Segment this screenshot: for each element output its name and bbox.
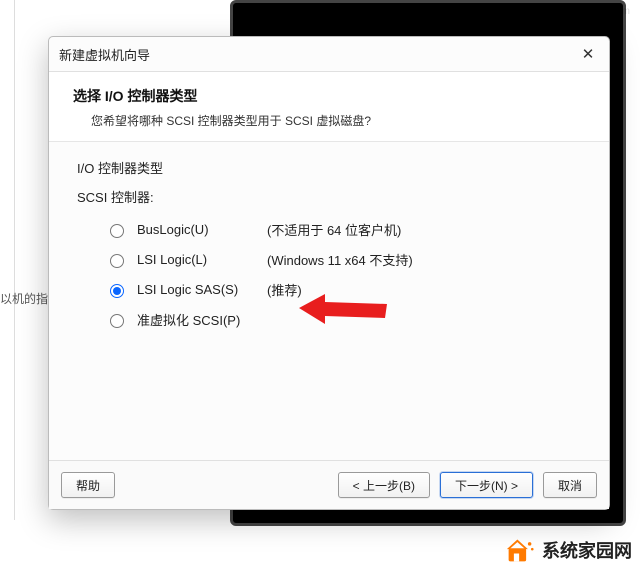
radio-hint-lsilogic: (Windows 11 x64 不支持) bbox=[267, 250, 413, 269]
back-button[interactable]: < 上一步(B) bbox=[338, 472, 430, 498]
dialog-body: I/O 控制器类型 SCSI 控制器: BusLogic(U) (不适用于 64… bbox=[49, 142, 609, 334]
radio-label-buslogic: BusLogic(U) bbox=[137, 222, 257, 237]
radio-hint-buslogic: (不适用于 64 位客户机) bbox=[267, 220, 401, 239]
next-button[interactable]: 下一步(N) > bbox=[440, 472, 533, 498]
wizard-dialog: 新建虚拟机向导 ✕ 选择 I/O 控制器类型 您希望将哪种 SCSI 控制器类型… bbox=[48, 36, 610, 510]
radio-row-buslogic[interactable]: BusLogic(U) (不适用于 64 位客户机) bbox=[105, 214, 581, 244]
radio-pvscsi[interactable] bbox=[110, 314, 124, 328]
close-icon[interactable]: ✕ bbox=[577, 43, 599, 65]
scsi-controller-label: SCSI 控制器: bbox=[77, 187, 581, 206]
io-controller-section-title: I/O 控制器类型 bbox=[77, 158, 581, 177]
radio-label-lsilogic: LSI Logic(L) bbox=[137, 252, 257, 267]
header-subtitle: 您希望将哪种 SCSI 控制器类型用于 SCSI 虚拟磁盘? bbox=[73, 112, 585, 129]
titlebar: 新建虚拟机向导 ✕ bbox=[49, 37, 609, 72]
radio-row-lsisas[interactable]: LSI Logic SAS(S) (推荐) bbox=[105, 274, 581, 304]
radio-row-pvscsi[interactable]: 准虚拟化 SCSI(P) bbox=[105, 304, 581, 334]
house-icon bbox=[506, 536, 534, 564]
radio-lsilogic[interactable] bbox=[110, 254, 124, 268]
radio-hint-lsisas: (推荐) bbox=[267, 280, 302, 299]
dialog-header: 选择 I/O 控制器类型 您希望将哪种 SCSI 控制器类型用于 SCSI 虚拟… bbox=[49, 72, 609, 142]
cancel-button[interactable]: 取消 bbox=[543, 472, 597, 498]
radio-lsisas[interactable] bbox=[110, 284, 124, 298]
left-cropped-text: 以机的指 bbox=[0, 290, 48, 307]
dialog-title: 新建虚拟机向导 bbox=[59, 45, 150, 64]
radio-buslogic[interactable] bbox=[110, 224, 124, 238]
watermark-url: hnzxhbsb.com bbox=[566, 6, 630, 17]
header-title: 选择 I/O 控制器类型 bbox=[73, 86, 585, 106]
watermark: 系统家园网 bbox=[506, 536, 632, 564]
radio-label-pvscsi: 准虚拟化 SCSI(P) bbox=[137, 310, 257, 329]
dialog-footer: 帮助 < 上一步(B) 下一步(N) > 取消 bbox=[49, 460, 609, 509]
watermark-text: 系统家园网 bbox=[542, 537, 632, 563]
scsi-radio-group: BusLogic(U) (不适用于 64 位客户机) LSI Logic(L) … bbox=[77, 214, 581, 334]
left-edge-strip bbox=[0, 0, 15, 520]
radio-label-lsisas: LSI Logic SAS(S) bbox=[137, 282, 257, 297]
help-button[interactable]: 帮助 bbox=[61, 472, 115, 498]
radio-row-lsilogic[interactable]: LSI Logic(L) (Windows 11 x64 不支持) bbox=[105, 244, 581, 274]
